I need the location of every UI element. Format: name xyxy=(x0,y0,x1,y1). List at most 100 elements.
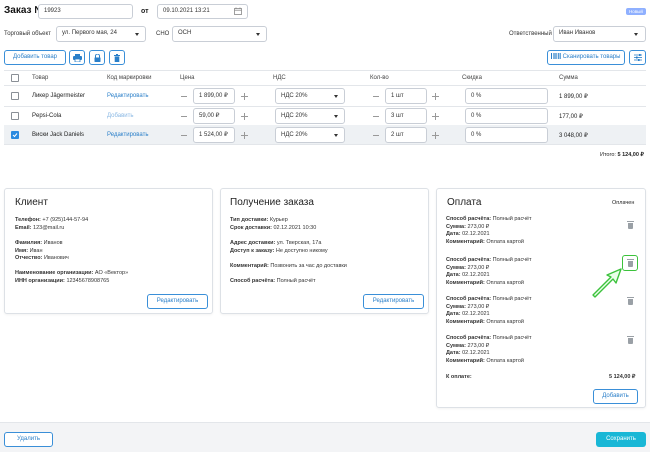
client-email: Email: 123@mail.ru xyxy=(15,225,64,233)
qty-input[interactable]: 1 шт xyxy=(385,88,427,104)
delivery-term-value: 02.12.2021 10:30 xyxy=(273,224,317,231)
qty-decrement-button[interactable] xyxy=(373,96,379,97)
price-decrement-button[interactable] xyxy=(181,116,187,117)
table-row[interactable]: Pepsi-Cola Добавить 59,00 ₽ НДС 20% 3 шт… xyxy=(4,106,646,126)
responsible-label: Ответственный xyxy=(509,31,552,37)
payment-entry: Способ расчёта: Полный расчёт Сумма: 273… xyxy=(446,335,532,365)
delivery-address: Адрес доставки: ул. Тверская, 17а xyxy=(230,240,321,248)
column-header-qty: Кол-во xyxy=(370,75,389,81)
qty-increment-button[interactable] xyxy=(432,93,439,100)
row-sum: 1 899,00 ₽ xyxy=(559,94,588,100)
lock-button[interactable] xyxy=(89,50,105,65)
payment-comment-label: Комментарий: xyxy=(446,318,485,325)
payment-sum-value: 273,00 ₽ xyxy=(467,223,490,230)
price-input[interactable]: 1 524,00 ₽ xyxy=(193,127,235,143)
chevron-down-icon xyxy=(256,33,260,36)
trash-icon[interactable] xyxy=(627,259,634,267)
trash-icon[interactable] xyxy=(627,336,634,344)
chevron-down-icon xyxy=(634,33,638,36)
discount-input[interactable]: 0 % xyxy=(465,88,548,104)
row-sum: 3 048,00 ₽ xyxy=(559,133,588,139)
trash-icon[interactable] xyxy=(627,297,634,305)
payment-comment-label: Комментарий: xyxy=(446,357,485,364)
edit-client-button[interactable]: Редактировать xyxy=(147,294,208,309)
scan-products-label: Сканировать товары xyxy=(562,54,621,60)
inn-value: 12345678908765 xyxy=(66,277,110,284)
email-value: 123@mail.ru xyxy=(33,224,65,231)
price-decrement-button[interactable] xyxy=(181,135,187,136)
client-patronymic: Отчество: Иванович xyxy=(15,255,69,263)
payment-method-label: Способ расчёта: xyxy=(446,257,492,263)
price-increment-button[interactable] xyxy=(241,113,248,120)
price-input[interactable]: 1 899,00 ₽ xyxy=(193,88,235,104)
settings-sliders-icon xyxy=(633,54,642,61)
delivery-comment-label: Комментарий: xyxy=(230,262,269,269)
delivery-access: Доступ к заказу: Не доступно никому xyxy=(230,248,328,256)
price-decrement-button[interactable] xyxy=(181,96,187,97)
payment-date-value: 02.12.2021 xyxy=(462,350,490,357)
delivery-access-value: Не доступно никому xyxy=(275,247,328,254)
table-row[interactable]: Виски Jack Daniels Редактировать 1 524,0… xyxy=(4,125,646,144)
discount-input[interactable]: 0 % xyxy=(465,127,548,143)
select-all-checkbox[interactable] xyxy=(11,74,19,82)
lock-icon xyxy=(94,53,100,62)
payment-sum-label: Сумма: xyxy=(446,342,466,349)
tax-select[interactable]: ОСН xyxy=(172,26,267,42)
add-payment-button[interactable]: Добавить xyxy=(593,389,638,404)
print-button[interactable] xyxy=(69,50,85,65)
patronymic-label: Отчество: xyxy=(15,255,43,261)
edit-mark-link[interactable]: Редактировать xyxy=(107,132,148,138)
product-name: Ликер Jägermeister xyxy=(32,93,86,99)
total-value: 5 124,00 ₽ xyxy=(617,152,644,158)
inn-label: ИНН организации: xyxy=(15,277,65,284)
row-checkbox[interactable] xyxy=(11,112,19,120)
price-increment-button[interactable] xyxy=(241,93,248,100)
delete-order-button[interactable]: Удалить xyxy=(4,432,53,447)
qty-increment-button[interactable] xyxy=(432,132,439,139)
price-input[interactable]: 59,00 ₽ xyxy=(193,108,235,124)
chevron-down-icon xyxy=(334,95,338,98)
payment-date-value: 02.12.2021 xyxy=(462,231,490,238)
add-product-button[interactable]: Добавить товар xyxy=(4,50,66,65)
price-increment-button[interactable] xyxy=(241,132,248,139)
shop-select[interactable]: ул. Первого мая, 24 xyxy=(56,26,146,42)
calendar-icon[interactable] xyxy=(234,7,242,15)
payment-comment-value: Оплата картой xyxy=(486,238,524,245)
trash-icon[interactable] xyxy=(627,221,634,229)
responsible-select[interactable]: Иван Иванов xyxy=(553,26,646,42)
qty-input[interactable]: 2 шт xyxy=(385,127,427,143)
delivery-method-value: Полный расчёт xyxy=(276,278,316,284)
qty-increment-button[interactable] xyxy=(432,113,439,120)
payment-method-value: Полный расчёт xyxy=(492,296,532,302)
qty-decrement-button[interactable] xyxy=(373,135,379,136)
chevron-down-icon xyxy=(334,134,338,137)
chevron-down-icon xyxy=(334,115,338,118)
row-checkbox[interactable] xyxy=(11,131,19,139)
table-row[interactable]: Ликер Jägermeister Редактировать 1 899,0… xyxy=(4,86,646,106)
trash-icon xyxy=(114,53,120,62)
edit-delivery-button[interactable]: Редактировать xyxy=(363,294,424,309)
payment-sum-value: 273,00 ₽ xyxy=(467,264,490,271)
discount-input[interactable]: 0 % xyxy=(465,108,548,124)
phone-label: Телефон: xyxy=(15,217,41,223)
row-divider xyxy=(4,144,646,145)
edit-mark-link[interactable]: Редактировать xyxy=(107,93,148,99)
table-settings-button[interactable] xyxy=(629,50,646,65)
payment-sum-label: Сумма: xyxy=(446,223,466,230)
qty-decrement-button[interactable] xyxy=(373,116,379,117)
order-number-input[interactable]: 19923 xyxy=(38,4,133,19)
row-checkbox[interactable] xyxy=(11,92,19,100)
save-button[interactable]: Сохранить xyxy=(596,432,646,447)
scan-products-button[interactable]: Сканировать товары xyxy=(547,50,625,65)
payment-card: Оплата Оплачен Способ расчёта: Полный ра… xyxy=(436,188,646,408)
client-first-name: Имя: Иван xyxy=(15,248,43,256)
chevron-down-icon xyxy=(135,33,139,36)
delete-products-button[interactable] xyxy=(109,50,125,65)
qty-input[interactable]: 3 шт xyxy=(385,108,427,124)
tax-label: СНО xyxy=(156,31,170,37)
payment-date-label: Дата: xyxy=(446,272,461,279)
delivery-type-label: Тип доставки: xyxy=(230,217,269,223)
add-mark-link[interactable]: Добавить xyxy=(107,113,134,119)
last-name-value: Иванов xyxy=(43,240,63,246)
first-name-value: Иван xyxy=(29,247,43,254)
